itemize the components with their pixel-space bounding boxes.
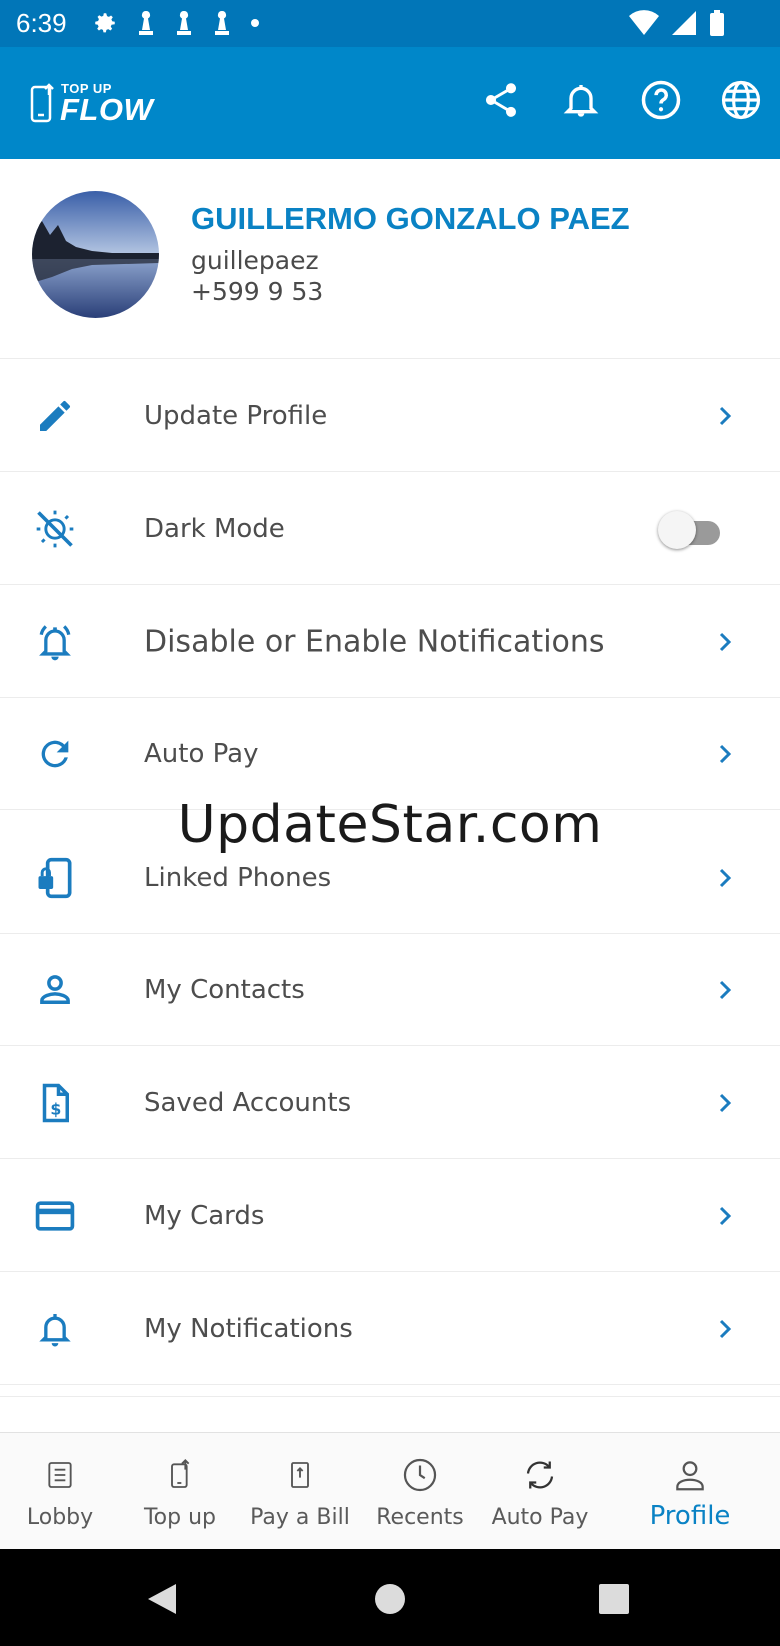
pencil-icon bbox=[33, 394, 77, 438]
share-icon bbox=[485, 83, 516, 117]
phone-logo-icon bbox=[30, 83, 54, 123]
menu-item-label: Linked Phones bbox=[144, 862, 332, 893]
menu-item-saved-accounts[interactable]: $ Saved Accounts bbox=[0, 1047, 780, 1159]
person-icon bbox=[670, 1455, 710, 1495]
avatar[interactable] bbox=[32, 191, 159, 318]
dark-mode-toggle[interactable] bbox=[658, 509, 724, 549]
menu-item-label: Disable or Enable Notifications bbox=[144, 624, 605, 659]
nav-tab-top-up[interactable]: Top up bbox=[130, 1433, 230, 1550]
toggle-knob bbox=[658, 510, 696, 549]
clock-icon bbox=[400, 1455, 440, 1495]
share-button[interactable] bbox=[476, 75, 526, 125]
menu-item-dark-mode: Dark Mode bbox=[0, 473, 780, 585]
chevron-right-icon bbox=[719, 980, 732, 999]
globe-icon bbox=[721, 80, 761, 120]
menu-item-my-contacts[interactable]: My Contacts bbox=[0, 934, 780, 1046]
battery-icon bbox=[710, 10, 724, 36]
back-icon[interactable] bbox=[146, 1582, 178, 1616]
top-up-flow-logo: TOP UP FLOW bbox=[30, 79, 160, 131]
nav-tab-recents[interactable]: Recents bbox=[370, 1433, 470, 1550]
status-system-icons bbox=[629, 10, 725, 36]
bell-icon bbox=[33, 1307, 77, 1351]
system-navigation-bar bbox=[0, 1549, 780, 1646]
bill-icon bbox=[280, 1455, 320, 1495]
chevron-right-icon bbox=[719, 1093, 732, 1112]
profile-name: GUILLERMO GONZALO PAEZ bbox=[191, 201, 630, 236]
chess-piece-icon bbox=[139, 10, 153, 35]
dot-icon bbox=[251, 19, 259, 27]
chevron-right-icon bbox=[719, 868, 732, 887]
menu-item-label: Dark Mode bbox=[144, 513, 285, 544]
chevron-right-icon bbox=[719, 744, 732, 763]
language-button[interactable] bbox=[716, 75, 766, 125]
notifications-button[interactable] bbox=[556, 75, 606, 125]
menu-item-label: My Notifications bbox=[144, 1313, 353, 1344]
help-button[interactable] bbox=[636, 75, 686, 125]
home-icon[interactable] bbox=[374, 1583, 406, 1615]
nav-tab-pay-bill[interactable]: Pay a Bill bbox=[240, 1433, 360, 1550]
logo-main-text: FLOW bbox=[60, 92, 154, 127]
bell-icon bbox=[563, 85, 599, 117]
wifi-icon bbox=[629, 10, 659, 35]
menu-item-auto-pay[interactable]: Auto Pay bbox=[0, 698, 780, 810]
person-icon bbox=[33, 968, 77, 1012]
menu-item-my-cards[interactable]: My Cards bbox=[0, 1160, 780, 1272]
chevron-right-icon bbox=[719, 632, 732, 651]
svg-text:$: $ bbox=[50, 1099, 61, 1118]
sync-icon bbox=[520, 1455, 560, 1495]
refresh-icon bbox=[33, 732, 77, 776]
phone-upload-icon bbox=[160, 1455, 200, 1495]
chess-piece-icon bbox=[215, 10, 229, 35]
bottom-navigation: Lobby Top up Pay a Bill Recents Auto Pay… bbox=[0, 1432, 780, 1549]
app-header: TOP UP FLOW bbox=[0, 47, 780, 159]
nav-label: Pay a Bill bbox=[250, 1505, 350, 1530]
nav-label: Auto Pay bbox=[491, 1505, 589, 1530]
status-bar: 6:39 bbox=[0, 0, 780, 47]
brightness-off-icon bbox=[33, 507, 77, 551]
status-notification-icons bbox=[92, 10, 260, 36]
recents-square-icon[interactable] bbox=[598, 1583, 630, 1615]
header-actions bbox=[476, 75, 766, 125]
settings-gear-icon bbox=[95, 13, 115, 33]
menu-item-label: Saved Accounts bbox=[144, 1087, 352, 1118]
bell-ringing-icon bbox=[33, 620, 77, 664]
nav-tab-auto-pay[interactable]: Auto Pay bbox=[485, 1433, 595, 1550]
menu-item-label: Update Profile bbox=[144, 400, 328, 431]
menu-item-label: My Cards bbox=[144, 1200, 265, 1231]
status-time: 6:39 bbox=[16, 8, 67, 38]
nav-label: Top up bbox=[143, 1505, 217, 1530]
dollar-document-icon: $ bbox=[33, 1081, 77, 1125]
nav-label: Profile bbox=[649, 1501, 731, 1531]
phone-lock-icon bbox=[33, 856, 77, 900]
profile-username: guillepaez bbox=[191, 246, 319, 275]
chevron-right-icon bbox=[719, 1319, 732, 1338]
menu-item-label: Auto Pay bbox=[144, 738, 259, 769]
list-document-icon bbox=[40, 1455, 80, 1495]
credit-card-icon bbox=[33, 1194, 77, 1238]
chevron-right-icon bbox=[719, 1206, 732, 1225]
menu-item-label: My Contacts bbox=[144, 974, 305, 1005]
menu-item-notification-settings[interactable]: Disable or Enable Notifications bbox=[0, 586, 780, 698]
divider bbox=[0, 1396, 780, 1397]
nav-label: Lobby bbox=[26, 1505, 94, 1530]
avatar-lake-image bbox=[32, 191, 159, 318]
nav-label: Recents bbox=[376, 1505, 464, 1530]
menu-item-my-notifications[interactable]: My Notifications bbox=[0, 1273, 780, 1385]
watermark-text: UpdateStar.com bbox=[177, 795, 603, 855]
signal-icon bbox=[672, 11, 696, 35]
chevron-right-icon bbox=[719, 406, 732, 425]
menu-item-update-profile[interactable]: Update Profile bbox=[0, 360, 780, 472]
nav-tab-lobby[interactable]: Lobby bbox=[10, 1433, 110, 1550]
help-icon bbox=[641, 80, 681, 120]
profile-card: GUILLERMO GONZALO PAEZ guillepaez +599 9… bbox=[0, 159, 780, 359]
chess-piece-icon bbox=[177, 10, 191, 35]
nav-tab-profile[interactable]: Profile bbox=[640, 1433, 740, 1550]
profile-phone: +599 9 53 bbox=[191, 277, 324, 306]
